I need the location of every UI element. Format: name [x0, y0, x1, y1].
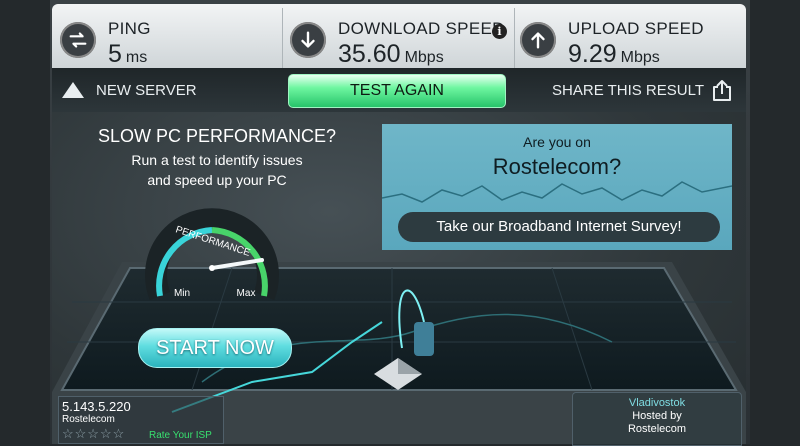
ping-value: 5 ms [108, 40, 148, 68]
ping-label: PING [108, 19, 151, 38]
upload-metric: UPLOAD SPEED 9.29 Mbps [516, 10, 742, 70]
info-icon[interactable]: i [492, 24, 507, 39]
rate-isp-link[interactable]: Rate Your ISP [149, 430, 212, 441]
survey-button[interactable]: Take our Broadband Internet Survey! [398, 212, 720, 242]
client-ip: 5.143.5.220 [62, 399, 131, 414]
promo-line-2: and speed up your PC [147, 172, 287, 188]
server-city: Vladivostok [628, 397, 686, 409]
performance-gauge: PERFORMANCE Min Max [145, 208, 279, 301]
promo-title: SLOW PC PERFORMANCE? [97, 126, 337, 146]
gauge-min-label: Min [174, 288, 190, 299]
trend-line-graphic [382, 181, 732, 203]
download-icon [290, 22, 326, 58]
results-bar: PING 5 ms DOWNLOAD SPEED 35.60 Mbps i UPLO… [52, 4, 746, 68]
divider [514, 8, 515, 68]
download-label: DOWNLOAD SPEED [338, 19, 505, 38]
isp-survey-panel[interactable]: Are you on Rostelecom? Take our Broadban… [382, 124, 732, 250]
client-isp: Rostelecom [62, 414, 115, 425]
download-value: 35.60 Mbps [338, 40, 444, 68]
share-button[interactable]: SHARE THIS RESULT [552, 78, 732, 102]
upload-icon [520, 22, 556, 58]
download-metric: DOWNLOAD SPEED 35.60 Mbps i [286, 10, 512, 70]
survey-question: Are you on [523, 134, 591, 150]
server-info-box: Vladivostok Hosted by Rostelecom [572, 392, 742, 446]
ping-metric: PING 5 ms [56, 10, 276, 70]
survey-isp: Rostelecom? [492, 154, 622, 179]
test-again-button[interactable]: TEST AGAIN [288, 74, 506, 108]
rating-stars[interactable]: ☆☆☆☆☆ [62, 426, 125, 442]
action-bar: NEW SERVER TEST AGAIN SHARE THIS RESULT [52, 68, 746, 112]
new-server-label: NEW SERVER [96, 81, 197, 99]
ping-icon [60, 22, 96, 58]
divider [282, 8, 283, 68]
gauge-max-label: Max [237, 288, 256, 299]
server-host: Rostelecom [627, 423, 687, 435]
upload-label: UPLOAD SPEED [568, 19, 704, 38]
share-icon [713, 80, 731, 101]
client-info-box: 5.143.5.220 Rostelecom ☆☆☆☆☆ Rate Your I… [58, 396, 224, 444]
share-label: SHARE THIS RESULT [552, 81, 704, 99]
hosted-by-label: Hosted by [632, 410, 682, 422]
upload-value: 9.29 Mbps [568, 40, 660, 68]
promo-line-1: Run a test to identify issues [131, 152, 303, 168]
start-now-button[interactable]: START NOW [138, 328, 292, 368]
triangle-icon [62, 82, 84, 98]
new-server-button[interactable]: NEW SERVER [62, 78, 197, 102]
